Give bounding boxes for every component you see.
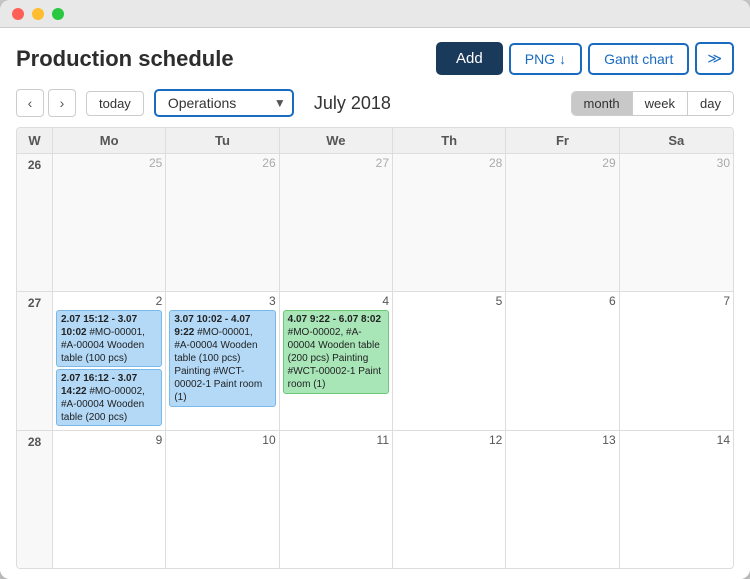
day-number: 29 [509, 156, 615, 170]
calendar-event[interactable]: 2.07 15:12 - 3.07 10:02 #MO-00001, #A-00… [56, 310, 162, 367]
calendar-header: W Mo Tu We Th Fr Sa [17, 128, 733, 154]
today-button[interactable]: today [86, 91, 144, 116]
tu-col-header: Tu [166, 128, 279, 153]
calendar-cell[interactable]: 9 [53, 431, 166, 568]
week-number: 27 [17, 292, 53, 429]
day-number: 3 [169, 294, 275, 308]
calendar-cell[interactable]: 12 [393, 431, 506, 568]
fr-col-header: Fr [506, 128, 619, 153]
month-title: July 2018 [314, 93, 561, 114]
header-row: Production schedule Add PNG ↓ Gantt char… [16, 42, 734, 75]
mo-col-header: Mo [53, 128, 166, 153]
day-number: 27 [283, 156, 389, 170]
day-number: 30 [623, 156, 730, 170]
maximize-button[interactable] [52, 8, 64, 20]
day-number: 26 [169, 156, 275, 170]
chevron-down-icon: ≫ [707, 50, 722, 66]
day-number: 14 [623, 433, 730, 447]
download-icon: ↓ [559, 51, 566, 67]
calendar-cell[interactable]: 10 [166, 431, 279, 568]
day-number: 9 [56, 433, 162, 447]
day-number: 28 [396, 156, 502, 170]
next-button[interactable]: › [48, 89, 76, 117]
th-col-header: Th [393, 128, 506, 153]
calendar-cell[interactable]: 26 [166, 154, 279, 291]
week-col-header: W [17, 128, 53, 153]
calendar-cell[interactable]: 4 4.07 9:22 - 6.07 8:02 #MO-00002, #A-000… [280, 292, 393, 429]
page-title: Production schedule [16, 46, 234, 72]
toolbar-row: ‹ › today Operations ▼ July 2018 month w… [16, 89, 734, 117]
calendar-cell[interactable]: 3 3.07 10:02 - 4.07 9:22 #MO-00001, #A-00… [166, 292, 279, 429]
day-number: 2 [56, 294, 162, 308]
calendar-cell[interactable]: 28 [393, 154, 506, 291]
calendar-cell[interactable]: 29 [506, 154, 619, 291]
calendar-row: 272 2.07 15:12 - 3.07 10:02 #MO-00001, #A… [17, 292, 733, 430]
calendar-event[interactable]: 2.07 16:12 - 3.07 14:22 #MO-00002, #A-00… [56, 369, 162, 426]
minimize-button[interactable] [32, 8, 44, 20]
calendar-cell[interactable]: 13 [506, 431, 619, 568]
titlebar [0, 0, 750, 28]
app-window: Production schedule Add PNG ↓ Gantt char… [0, 0, 750, 579]
day-number: 13 [509, 433, 615, 447]
more-button[interactable]: ≫ [695, 42, 734, 75]
calendar-event[interactable]: 4.07 9:22 - 6.07 8:02 #MO-00002, #A-0000… [283, 310, 389, 394]
prev-button[interactable]: ‹ [16, 89, 44, 117]
day-number: 11 [283, 433, 389, 447]
calendar-cell[interactable]: 11 [280, 431, 393, 568]
sa-col-header: Sa [620, 128, 733, 153]
week-view-button[interactable]: week [632, 92, 687, 115]
week-number: 26 [17, 154, 53, 291]
calendar-cell[interactable]: 27 [280, 154, 393, 291]
month-view-button[interactable]: month [572, 92, 632, 115]
calendar-event[interactable]: 3.07 10:02 - 4.07 9:22 #MO-00001, #A-000… [169, 310, 275, 407]
calendar-cell[interactable]: 5 [393, 292, 506, 429]
main-content: Production schedule Add PNG ↓ Gantt char… [0, 28, 750, 579]
day-number: 12 [396, 433, 502, 447]
header-buttons: Add PNG ↓ Gantt chart ≫ [436, 42, 734, 75]
day-number: 25 [56, 156, 162, 170]
calendar: W Mo Tu We Th Fr Sa 262526272829302722.0… [16, 127, 734, 569]
gantt-button[interactable]: Gantt chart [588, 43, 689, 75]
week-number: 28 [17, 431, 53, 568]
day-number: 4 [283, 294, 389, 308]
operations-select-wrapper: Operations ▼ [154, 89, 294, 117]
add-button[interactable]: Add [436, 42, 503, 75]
close-button[interactable] [12, 8, 24, 20]
calendar-cell[interactable]: 14 [620, 431, 733, 568]
png-label: PNG [525, 51, 555, 67]
calendar-row: 289 10 11 12 13 14 [17, 431, 733, 568]
day-number: 7 [623, 294, 730, 308]
calendar-body: 262526272829302722.07 15:12 - 3.07 10:02… [17, 154, 733, 568]
calendar-cell[interactable]: 6 [506, 292, 619, 429]
day-number: 5 [396, 294, 502, 308]
day-view-button[interactable]: day [687, 92, 733, 115]
calendar-cell[interactable]: 2 2.07 15:12 - 3.07 10:02 #MO-00001, #A-0… [53, 292, 166, 429]
day-number: 10 [169, 433, 275, 447]
operations-select[interactable]: Operations [154, 89, 294, 117]
png-button[interactable]: PNG ↓ [509, 43, 582, 75]
calendar-cell[interactable]: 7 [620, 292, 733, 429]
calendar-row: 26252627282930 [17, 154, 733, 292]
calendar-cell[interactable]: 30 [620, 154, 733, 291]
we-col-header: We [280, 128, 393, 153]
view-toggle: month week day [571, 91, 734, 116]
nav-group: ‹ › [16, 89, 76, 117]
calendar-cell[interactable]: 25 [53, 154, 166, 291]
day-number: 6 [509, 294, 615, 308]
